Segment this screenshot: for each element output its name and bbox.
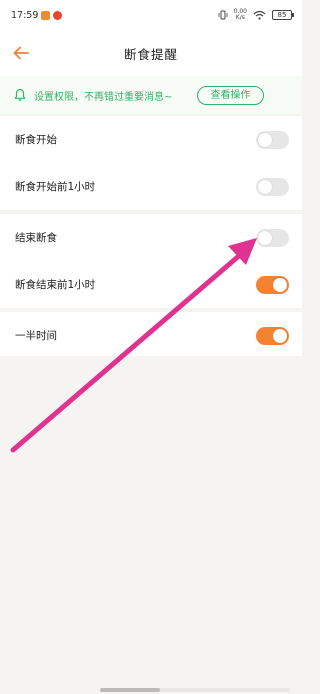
settings-card-end: 结束断食 断食结束前1小时 bbox=[0, 214, 302, 308]
back-arrow-icon bbox=[13, 46, 29, 60]
setting-label: 一半时间 bbox=[15, 330, 57, 342]
toggle-fasting-start[interactable] bbox=[256, 131, 289, 149]
gesture-navigation-bar bbox=[100, 688, 290, 692]
toggle-knob bbox=[258, 231, 272, 245]
wifi-icon bbox=[253, 10, 266, 20]
network-speed-unit: K/s bbox=[235, 14, 245, 21]
settings-card-start: 断食开始 断食开始前1小时 bbox=[0, 116, 302, 210]
status-right: 0.00 K/s 85 bbox=[218, 9, 294, 21]
network-speed: 0.00 K/s bbox=[234, 9, 247, 21]
setting-label: 断食结束前1小时 bbox=[15, 279, 96, 291]
empty-area bbox=[0, 356, 302, 694]
status-bar: 17:59 0.00 K/s 85 bbox=[0, 0, 302, 30]
toggle-fasting-start-1h[interactable] bbox=[256, 178, 289, 196]
toggle-fasting-end[interactable] bbox=[256, 229, 289, 247]
setting-row-fasting-start: 断食开始 bbox=[0, 116, 302, 163]
settings-card-halfway: 一半时间 bbox=[0, 312, 302, 359]
header: 断食提醒 bbox=[0, 30, 302, 76]
setting-label: 断食开始前1小时 bbox=[15, 181, 96, 193]
toggle-halfway[interactable] bbox=[256, 327, 289, 345]
setting-row-fasting-end: 结束断食 bbox=[0, 214, 302, 261]
banner-text: 设置权限，不再错过重要消息~ bbox=[34, 91, 173, 103]
vibrate-icon bbox=[218, 10, 228, 20]
toggle-knob bbox=[258, 180, 272, 194]
setting-row-fasting-end-1h: 断食结束前1小时 bbox=[0, 261, 302, 308]
toggle-fasting-end-1h[interactable] bbox=[256, 276, 289, 294]
toggle-knob bbox=[258, 133, 272, 147]
battery-icon: 85 bbox=[272, 10, 294, 20]
setting-row-halfway: 一半时间 bbox=[0, 312, 302, 359]
back-button[interactable] bbox=[10, 42, 32, 64]
view-operation-button[interactable]: 查看操作 bbox=[197, 86, 264, 105]
setting-label: 结束断食 bbox=[15, 232, 57, 244]
setting-row-fasting-start-1h: 断食开始前1小时 bbox=[0, 163, 302, 210]
setting-label: 断食开始 bbox=[15, 134, 57, 146]
bell-icon bbox=[14, 88, 26, 101]
page-title: 断食提醒 bbox=[123, 46, 178, 62]
app-notification-icon bbox=[53, 10, 63, 20]
permission-banner: 设置权限，不再错过重要消息~ 查看操作 bbox=[0, 76, 302, 114]
gesture-bar-highlight bbox=[100, 688, 160, 692]
toggle-knob bbox=[273, 278, 287, 292]
status-time: 17:59 bbox=[11, 9, 39, 21]
toggle-knob bbox=[273, 329, 287, 343]
status-left: 17:59 bbox=[11, 9, 63, 21]
app-notification-icon bbox=[41, 10, 51, 20]
